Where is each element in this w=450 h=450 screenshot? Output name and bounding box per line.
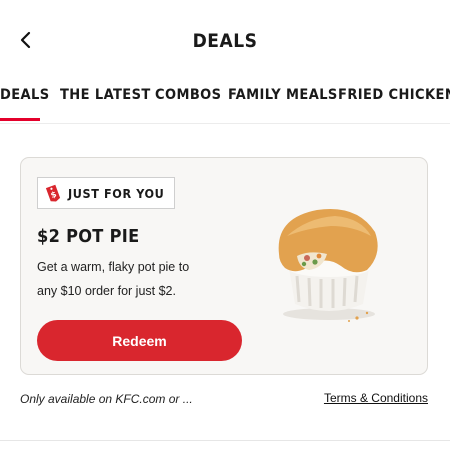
tab-the-latest[interactable]: THE LATEST bbox=[60, 80, 151, 123]
category-tabs: DEALS THE LATEST COMBOS FAMILY MEALS FRI… bbox=[0, 80, 450, 124]
offer-description-line: any $10 order for just $2. bbox=[37, 284, 176, 298]
just-for-you-badge: $ JUST FOR YOU bbox=[37, 177, 176, 209]
deal-card: $ JUST FOR YOU $2 POT PIE Get a warm, fl… bbox=[20, 157, 428, 375]
tab-combos[interactable]: COMBOS bbox=[155, 80, 221, 123]
offer-title: $2 POT PIE bbox=[37, 226, 140, 247]
offer-description-line: Get a warm, flaky pot pie to bbox=[37, 260, 190, 274]
pot-pie-image bbox=[278, 208, 378, 322]
availability-note: Only available on KFC.com or ... bbox=[20, 392, 193, 406]
price-tag-icon: $ bbox=[45, 184, 61, 202]
badge-label: JUST FOR YOU bbox=[68, 185, 165, 201]
offer-description: Get a warm, flaky pot pie to any $10 ord… bbox=[37, 255, 237, 303]
terms-link[interactable]: Terms & Conditions bbox=[324, 391, 428, 405]
tab-fried-chicken[interactable]: FRIED CHICKEN bbox=[338, 80, 450, 123]
tab-deals[interactable]: DEALS bbox=[0, 80, 50, 123]
page-title: DEALS bbox=[192, 30, 258, 52]
tab-family-meals[interactable]: FAMILY MEALS bbox=[228, 80, 338, 123]
redeem-button[interactable]: Redeem bbox=[37, 320, 242, 361]
header-bar: DEALS bbox=[0, 0, 450, 80]
active-tab-indicator bbox=[0, 118, 40, 121]
divider bbox=[0, 440, 450, 441]
